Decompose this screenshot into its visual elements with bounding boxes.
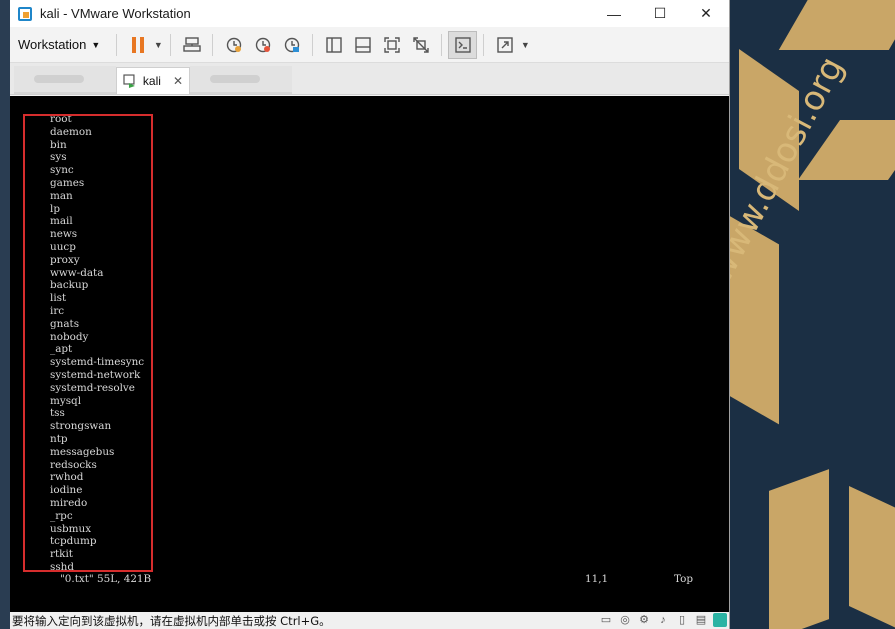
console-view-button[interactable] — [448, 30, 478, 59]
vmware-window: kali - VMware Workstation — ☐ ✕ Workstat… — [10, 0, 730, 629]
fullscreen-icon — [384, 36, 400, 53]
toolbar-divider — [170, 33, 172, 56]
toolbar-divider — [441, 33, 443, 56]
revert-clock-icon — [255, 37, 271, 52]
cd-rom-icon[interactable]: ◎ — [618, 613, 632, 627]
workstation-menu[interactable]: Workstation ▼ — [18, 37, 100, 52]
tab-other-vm[interactable] — [190, 66, 292, 94]
show-library-button[interactable] — [319, 31, 348, 59]
message-log-icon[interactable] — [713, 613, 727, 627]
toolbar-divider — [312, 33, 314, 56]
usb-icon[interactable]: ▯ — [675, 613, 689, 627]
chevron-down-icon: ▼ — [91, 39, 101, 50]
tab-label: kali — [142, 74, 161, 88]
unity-icon — [413, 36, 429, 53]
vmware-app-icon — [18, 6, 32, 21]
power-menu-chevron-icon[interactable]: ▼ — [152, 40, 164, 50]
toolbar: Workstation ▼ ▼ ▼ — [10, 27, 729, 63]
take-snapshot-button[interactable] — [219, 31, 248, 59]
full-screen-button[interactable] — [377, 31, 406, 59]
snapshot-manager-icon — [284, 37, 300, 52]
maximize-button[interactable]: ☐ — [637, 0, 683, 27]
blurred-tab-label — [34, 75, 84, 83]
vm-console-icon — [123, 74, 135, 88]
revert-snapshot-button[interactable] — [248, 31, 277, 59]
highlight-box — [23, 114, 153, 572]
show-thumbnail-bar-button[interactable] — [348, 31, 377, 59]
workstation-menu-label: Workstation — [18, 37, 87, 52]
send-ctrl-alt-del-button[interactable] — [177, 31, 206, 59]
snapshot-clock-icon — [226, 37, 242, 52]
snapshot-manager-button[interactable] — [277, 31, 306, 59]
window-title: kali - VMware Workstation — [40, 6, 191, 21]
vm-console[interactable]: root daemon bin sys sync games man lp mail news uu… — [10, 96, 729, 612]
sidebar-layout-icon — [326, 36, 342, 53]
pause-icon — [131, 36, 144, 53]
display-icon[interactable]: ▤ — [694, 613, 708, 627]
close-button[interactable]: ✕ — [683, 0, 729, 27]
terminal-icon — [455, 36, 471, 53]
device-icons: ▭ ◎ ⚙ ♪ ▯ ▤ — [599, 613, 727, 627]
vim-cursor-position: 11,1 — [585, 573, 609, 585]
window-controls: — ☐ ✕ — [591, 0, 729, 27]
vim-file-info: "0.txt" 55L, 421B — [60, 573, 152, 585]
status-bar: 要将输入定向到该虚拟机，请在虚拟机内部单击或按 Ctrl+G。 ▭ ◎ ⚙ ♪ … — [10, 612, 729, 629]
network-icon[interactable]: ⚙ — [637, 613, 651, 627]
blurred-tab-label — [210, 75, 260, 83]
tab-other-vm[interactable] — [14, 66, 116, 94]
hard-disk-icon[interactable]: ▭ — [599, 613, 613, 627]
network-send-icon — [183, 36, 201, 52]
pause-button[interactable] — [123, 31, 152, 59]
unity-button[interactable] — [406, 31, 435, 59]
desktop-left-strip — [0, 0, 10, 629]
close-tab-icon[interactable]: ✕ — [173, 74, 183, 88]
toolbar-divider — [116, 33, 118, 56]
status-message: 要将输入定向到该虚拟机，请在虚拟机内部单击或按 Ctrl+G。 — [12, 613, 331, 628]
tab-kali[interactable]: kali ✕ — [116, 67, 190, 94]
title-bar: kali - VMware Workstation — ☐ ✕ — [10, 0, 729, 27]
stretch-menu-chevron-icon[interactable]: ▼ — [519, 40, 531, 50]
vm-tab-bar: kali ✕ — [10, 63, 729, 95]
bottom-panel-icon — [355, 36, 371, 53]
toolbar-divider — [212, 33, 214, 56]
toolbar-divider — [483, 33, 485, 56]
vim-scroll-position: Top — [674, 573, 694, 585]
sound-icon[interactable]: ♪ — [656, 613, 670, 627]
minimize-button[interactable]: — — [591, 0, 637, 27]
stretch-guest-button[interactable] — [490, 31, 519, 59]
stretch-icon — [497, 36, 513, 53]
